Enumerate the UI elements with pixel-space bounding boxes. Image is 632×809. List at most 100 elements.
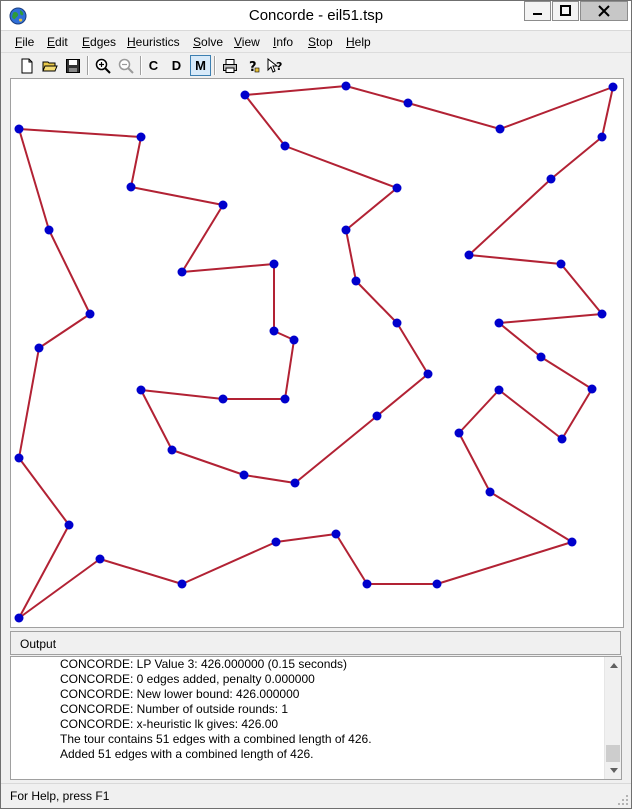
city-node[interactable] (587, 384, 597, 394)
city-node[interactable] (557, 434, 567, 444)
city-node[interactable] (341, 225, 351, 235)
svg-text:?: ? (276, 60, 282, 73)
menu-info[interactable]: Info (273, 35, 293, 49)
tour-edge (243, 474, 296, 484)
menu-help[interactable]: Help (346, 35, 371, 49)
title-bar[interactable]: Concorde - eil51.tsp (1, 1, 631, 31)
city-node[interactable] (136, 385, 146, 395)
print-button[interactable] (219, 55, 240, 76)
tour-edge (130, 186, 224, 206)
menu-solve[interactable]: Solve (193, 35, 223, 49)
tour-edge (181, 263, 275, 273)
tour-canvas[interactable] (10, 78, 624, 628)
save-button[interactable] (62, 55, 83, 76)
menu-accelerator: V (234, 35, 242, 49)
city-node[interactable] (495, 124, 505, 134)
city-node[interactable] (14, 124, 24, 134)
help-question-icon: ? (249, 60, 259, 74)
maximize-button[interactable] (552, 1, 579, 21)
city-node[interactable] (218, 200, 228, 210)
city-node[interactable] (280, 141, 290, 151)
tour-edge (355, 280, 398, 324)
city-node[interactable] (218, 394, 228, 404)
tour-edge (140, 389, 224, 400)
city-node[interactable] (136, 132, 146, 142)
city-node[interactable] (240, 90, 250, 100)
tour-edge (18, 128, 142, 138)
city-node[interactable] (95, 554, 105, 564)
city-node[interactable] (392, 318, 402, 328)
city-node[interactable] (269, 259, 279, 269)
city-node[interactable] (567, 537, 577, 547)
output-line: CONCORDE: New lower bound: 426.000000 (60, 687, 300, 701)
city-node[interactable] (271, 537, 281, 547)
city-node[interactable] (126, 182, 136, 192)
minimize-button[interactable] (524, 1, 551, 21)
city-node[interactable] (289, 335, 299, 345)
close-button[interactable] (580, 1, 628, 21)
city-node[interactable] (34, 343, 44, 353)
city-node[interactable] (464, 250, 474, 260)
context-help-button[interactable]: ? (265, 55, 286, 76)
menu-file[interactable]: File (15, 35, 34, 49)
city-node[interactable] (85, 309, 95, 319)
output-text-area[interactable]: CONCORDE: LP Value 3: 426.000000 (0.15 s… (10, 656, 622, 780)
city-node[interactable] (546, 174, 556, 184)
city-node[interactable] (494, 318, 504, 328)
scroll-down-button[interactable] (605, 762, 621, 779)
city-node[interactable] (177, 579, 187, 589)
city-node[interactable] (177, 267, 187, 277)
tb-d-button[interactable]: D (166, 55, 187, 76)
scroll-up-button[interactable] (605, 657, 621, 674)
city-node[interactable] (485, 487, 495, 497)
status-bar: For Help, press F1 (1, 783, 631, 808)
help-button[interactable]: ? (242, 55, 263, 76)
city-node[interactable] (454, 428, 464, 438)
city-node[interactable] (494, 385, 504, 395)
city-node[interactable] (280, 394, 290, 404)
menu-view[interactable]: View (234, 35, 260, 49)
city-node[interactable] (403, 98, 413, 108)
zoom-out-button[interactable] (115, 55, 136, 76)
city-node[interactable] (239, 470, 249, 480)
zoom-in-button[interactable] (92, 55, 113, 76)
city-node[interactable] (372, 411, 382, 421)
menu-bar: File Edit Edges Heuristics Solve View Info Stop… (1, 32, 631, 52)
context-help-icon: ? (267, 57, 282, 73)
open-file-button[interactable] (39, 55, 60, 76)
city-node[interactable] (536, 352, 546, 362)
city-node[interactable] (351, 276, 361, 286)
tb-c-button[interactable]: C (143, 55, 164, 76)
city-node[interactable] (14, 453, 24, 463)
city-node[interactable] (423, 369, 433, 379)
menu-label-rest: dges (90, 35, 117, 49)
menu-edges[interactable]: Edges (82, 35, 116, 49)
city-node[interactable] (597, 132, 607, 142)
output-scrollbar[interactable] (604, 657, 621, 779)
resize-grip-icon[interactable] (617, 794, 629, 806)
menu-edit[interactable]: Edit (47, 35, 68, 49)
city-node[interactable] (362, 579, 372, 589)
city-node[interactable] (556, 259, 566, 269)
tb-m-button[interactable]: M (190, 55, 211, 76)
tour-edge (294, 415, 378, 484)
tour-edge (181, 541, 277, 585)
city-node[interactable] (167, 445, 177, 455)
city-node[interactable] (392, 183, 402, 193)
city-node[interactable] (64, 520, 74, 530)
city-node[interactable] (597, 309, 607, 319)
city-node[interactable] (44, 225, 54, 235)
city-node[interactable] (290, 478, 300, 488)
new-file-button[interactable] (16, 55, 37, 76)
scroll-thumb[interactable] (606, 745, 620, 762)
tour-edge (560, 263, 603, 315)
city-node[interactable] (432, 579, 442, 589)
menu-heuristics[interactable]: Heuristics (127, 35, 180, 49)
city-node[interactable] (14, 613, 24, 623)
city-node[interactable] (269, 326, 279, 336)
city-node[interactable] (331, 529, 341, 539)
city-node[interactable] (341, 81, 351, 91)
menu-stop[interactable]: Stop (308, 35, 333, 49)
city-node[interactable] (608, 82, 618, 92)
tour-edge (130, 136, 142, 188)
